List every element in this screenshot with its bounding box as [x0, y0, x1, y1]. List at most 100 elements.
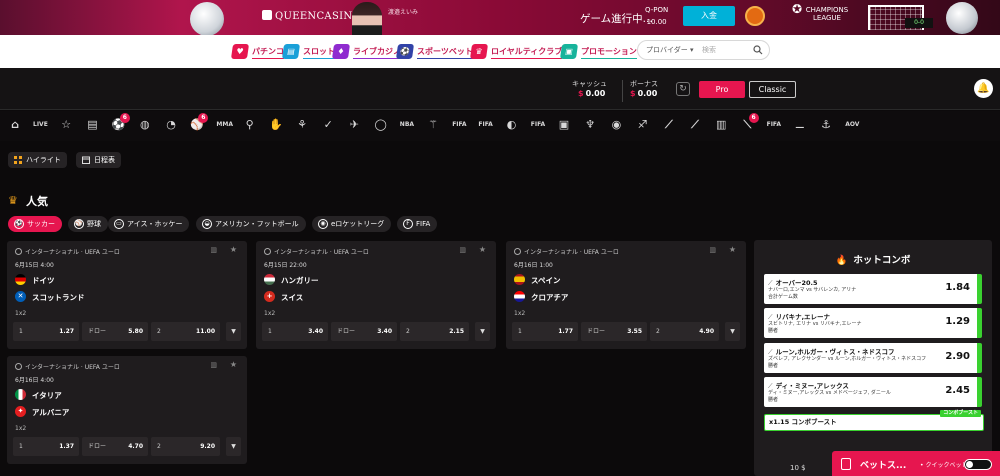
favorite-star-icon[interactable]: ★: [230, 360, 237, 369]
away-team[interactable]: + スイス: [264, 291, 303, 303]
qpon-balance[interactable]: Q-PON 10.00: [645, 4, 668, 28]
top-banner[interactable]: QUEENCASINO 渡邉えいみ ゲーム進行中... Q-PON 10.00 …: [0, 0, 1000, 35]
stats-icon[interactable]: ▥: [709, 246, 716, 254]
nba2k-icon[interactable]: ◯: [374, 117, 388, 133]
odds-button-draw[interactable]: ドロー 3.40: [331, 322, 397, 341]
classic-view-button[interactable]: Classic: [749, 81, 796, 98]
odds-button-home[interactable]: 1 1.37: [13, 437, 79, 456]
sport-chip-5[interactable]: F FIFA: [397, 216, 438, 232]
odds-button-away[interactable]: 2 4.90: [650, 322, 719, 341]
curling-icon[interactable]: ⟋: [688, 117, 702, 133]
notification-bell-icon[interactable]: 🔔: [974, 79, 993, 98]
cycling-icon[interactable]: NBA: [400, 117, 414, 133]
odds-button-draw[interactable]: ドロー 3.55: [581, 322, 647, 341]
stats-icon[interactable]: ▥: [459, 246, 466, 254]
odds-button-home[interactable]: 1 3.40: [262, 322, 328, 341]
esoccer-icon[interactable]: ◐: [505, 117, 519, 133]
skiing-icon[interactable]: FIFA: [767, 117, 781, 133]
basketball-icon[interactable]: ◍: [138, 117, 152, 133]
hot-combo-item[interactable]: ⟋ ルーン,ホルガー・ヴィトス・ネドスコフ ズベレフ, アレクサンダー vs ルーン…: [764, 343, 982, 373]
match-card[interactable]: インターナショナル · UEFA ユーロ ▥ ★ 6月15日 4:00 ドイツ ✕ スコット…: [7, 241, 247, 349]
home-team[interactable]: ドイツ: [15, 274, 55, 286]
search-icon[interactable]: [753, 45, 763, 55]
provider-select[interactable]: プロバイダー ▾: [646, 41, 693, 59]
efifa-icon[interactable]: ⚚: [426, 117, 440, 133]
odds-button-away[interactable]: 2 11.00: [151, 322, 220, 341]
sport-chip-1[interactable]: ⚾ 野球: [68, 216, 108, 232]
odds-button-away[interactable]: 2 9.20: [151, 437, 220, 456]
hockey-icon[interactable]: ✋: [269, 117, 283, 133]
favorite-star-icon[interactable]: ★: [479, 245, 486, 254]
badminton-icon[interactable]: ⚘: [295, 117, 309, 133]
league-label[interactable]: インターナショナル · UEFA ユーロ: [15, 247, 120, 256]
match-card[interactable]: インターナショナル · UEFA ユーロ ▥ ★ 6月16日 4:00 イタリア ✦ アルバ…: [7, 356, 247, 464]
stats-icon[interactable]: ▥: [210, 361, 217, 369]
search-box[interactable]: プロバイダー ▾ 検索: [637, 40, 770, 60]
odds-button-home[interactable]: 1 1.27: [13, 322, 79, 341]
star-icon[interactable]: ☆: [59, 117, 73, 133]
efifa-penalty-icon[interactable]: FIFA: [452, 117, 466, 133]
hot-combo-item[interactable]: ⟋ オーバー20.5 ナバーロ,エンマ vs サバレンカ, アリナ 合計ゲーム数 1.8…: [764, 274, 982, 304]
boxing-icon[interactable]: ◉: [609, 117, 623, 133]
chevron-down-icon[interactable]: ▼: [226, 322, 241, 341]
home-team[interactable]: スペイン: [514, 274, 560, 286]
tennis-icon[interactable]: ◔: [164, 117, 178, 133]
home-icon[interactable]: ⌂: [8, 117, 22, 133]
away-team[interactable]: ✦ アルバニア: [15, 406, 69, 418]
cricket-icon[interactable]: ✓: [321, 117, 335, 133]
volleyball-icon[interactable]: ✈: [347, 117, 361, 133]
nav-item-0[interactable]: ♥ パチンコ: [230, 42, 284, 61]
sport-chip-2[interactable]: ▭ アイス・ホッケー: [108, 216, 190, 232]
nav-item-3[interactable]: ⚽ スポーツベット: [395, 42, 473, 61]
betslip-bar[interactable]: ベットス... • クイックベット: [832, 451, 1000, 476]
queen-casino-logo[interactable]: QUEENCASINO: [262, 10, 361, 22]
match-card[interactable]: インターナショナル · UEFA ユーロ ▥ ★ 6月16日 1:00 スペイン クロアチ…: [506, 241, 746, 349]
league-label[interactable]: インターナショナル · UEFA ユーロ: [514, 247, 619, 256]
chevron-down-icon[interactable]: ▼: [475, 322, 490, 341]
live-icon[interactable]: LIVE: [33, 117, 48, 133]
chevron-down-icon[interactable]: ▼: [725, 322, 740, 341]
odds-button-away[interactable]: 2 2.15: [400, 322, 469, 341]
mma-icon[interactable]: MMA: [216, 117, 233, 133]
darts-icon[interactable]: FIFA: [531, 117, 545, 133]
pool-icon[interactable]: ⚊: [793, 117, 807, 133]
deposit-button[interactable]: 入金: [683, 6, 735, 26]
home-team[interactable]: イタリア: [15, 389, 62, 401]
favorite-star-icon[interactable]: ★: [729, 245, 736, 254]
tab-schedule[interactable]: 日程表: [76, 152, 121, 168]
rugby-icon[interactable]: ▣: [557, 117, 571, 133]
stake-amount[interactable]: 10 $: [790, 464, 806, 472]
american-football-icon[interactable]: FIFA: [478, 117, 492, 133]
quick-bet-toggle[interactable]: [964, 459, 992, 470]
futsal-icon[interactable]: ⟋: [662, 117, 676, 133]
nav-item-4[interactable]: ♛ ロイヤルティクラブ: [469, 42, 563, 61]
pro-view-button[interactable]: Pro: [699, 81, 745, 98]
sport-chip-3[interactable]: ◒ アメリカン・フットボール: [196, 216, 306, 232]
stats-icon[interactable]: ▥: [210, 246, 217, 254]
away-team[interactable]: クロアチア: [514, 291, 568, 303]
search-input[interactable]: 検索: [702, 41, 716, 59]
refresh-icon[interactable]: ↻: [676, 82, 690, 96]
nav-item-2[interactable]: ♦ ライブカジノ: [331, 42, 401, 61]
home-team[interactable]: ハンガリー: [264, 274, 319, 286]
odds-button-draw[interactable]: ドロー 4.70: [82, 437, 148, 456]
stripes-icon[interactable]: ▥: [714, 117, 728, 133]
user-avatar[interactable]: [745, 6, 765, 26]
favorite-star-icon[interactable]: ★: [230, 245, 237, 254]
hot-combo-item[interactable]: ⟋ ディ・ミヌー,アレックス ディ・ミヌー,アレックス vs メドベージェフ, ダニ…: [764, 377, 982, 407]
chevron-down-icon[interactable]: ▼: [226, 437, 241, 456]
league-label[interactable]: インターナショナル · UEFA ユーロ: [264, 247, 369, 256]
sport-chip-0[interactable]: ⚽ サッカー: [8, 216, 62, 232]
nav-item-1[interactable]: ▤ スロット: [281, 42, 335, 61]
tab-highlights[interactable]: ハイライト: [8, 152, 67, 168]
odds-button-home[interactable]: 1 1.77: [512, 322, 578, 341]
combo-boost-banner[interactable]: x1.15 コンボブースト コンボブースト: [764, 410, 984, 431]
more-sports-icon[interactable]: AOV: [845, 117, 859, 133]
league-label[interactable]: インターナショナル · UEFA ユーロ: [15, 362, 120, 371]
betslip-history-icon[interactable]: ▤: [85, 117, 99, 133]
nav-item-5[interactable]: ▣ プロモーション: [559, 42, 637, 61]
match-card[interactable]: インターナショナル · UEFA ユーロ ▥ ★ 6月15日 22:00 ハンガリー + ス…: [256, 241, 496, 349]
snooker-icon[interactable]: ♐: [636, 117, 650, 133]
aov-icon[interactable]: ⚓: [819, 117, 833, 133]
table-tennis-icon[interactable]: ⚲: [243, 117, 257, 133]
